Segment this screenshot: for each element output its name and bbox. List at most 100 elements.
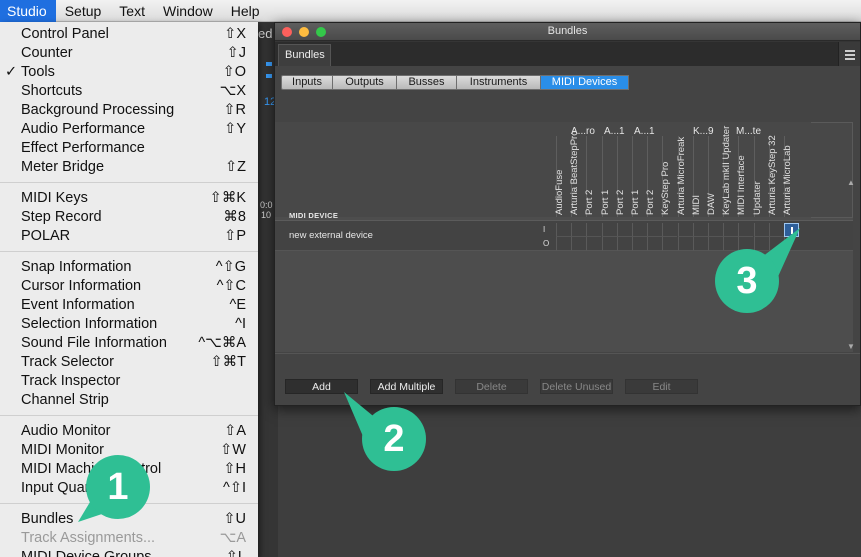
callout-2-badge: 2 [362,407,426,471]
menu-item-audio-performance[interactable]: Audio Performance ⇧Y [0,120,258,139]
matrix-cell[interactable] [647,237,663,251]
segment-inputs[interactable]: Inputs [281,75,333,90]
scroll-up-icon[interactable]: ▲ [847,178,855,187]
matrix-cell[interactable] [616,237,632,251]
menu-item-counter[interactable]: Counter ⇧J [0,44,258,63]
menu-item-label: MIDI Keys [21,190,88,206]
menu-item-midi-device-groups[interactable]: MIDI Device Groups ⇧L [0,548,258,557]
matrix-cell[interactable] [571,223,587,237]
menu-item-audio-monitor[interactable]: Audio Monitor ⇧A [0,422,258,441]
menu-setup[interactable]: Setup [56,0,111,22]
column-group-header: M...te [736,126,762,137]
matrix-cell[interactable] [784,237,799,251]
matrix-cell[interactable] [601,237,617,251]
matrix-cell[interactable] [662,237,678,251]
matrix-cell[interactable] [753,237,769,251]
menu-studio[interactable]: Studio [0,0,56,22]
menu-item-polar[interactable]: POLAR ⇧P [0,227,258,246]
menu-window[interactable]: Window [154,0,222,22]
menu-separator [0,251,258,252]
menu-separator [0,182,258,183]
menu-item-background-processing[interactable]: Background Processing ⇧R [0,101,258,120]
menu-item-shortcut: ⇧P [224,228,246,244]
menu-item-shortcut: ^⇧I [223,480,246,496]
matrix-cell[interactable] [723,223,739,237]
menu-item-shortcuts[interactable]: Shortcuts ⌥X [0,82,258,101]
menu-item-shortcut: ⇧U [223,511,246,527]
menu-item-event-information[interactable]: Event Information ^E [0,296,258,315]
segment-midi-devices[interactable]: MIDI Devices [541,75,629,90]
matrix-column-header[interactable]: Arturia MicroLab [782,136,799,217]
input-indicator: I [543,225,546,234]
matrix-cell[interactable] [556,237,571,251]
matrix-cell[interactable] [556,223,571,237]
daw-marker-icon [266,74,272,78]
menu-item-sound-file-information[interactable]: Sound File Information ^⌥⌘A [0,334,258,353]
matrix-cell[interactable] [571,237,587,251]
menu-text[interactable]: Text [110,0,154,22]
matrix-cell[interactable] [586,237,602,251]
matrix-cell[interactable] [677,223,693,237]
edit-button[interactable]: Edit [625,379,698,394]
menu-item-track-assignments[interactable]: Track Assignments... ⌥A [0,529,258,548]
menu-item-meter-bridge[interactable]: Meter Bridge ⇧Z [0,158,258,177]
hamburger-menu-icon[interactable] [838,42,860,66]
matrix-cell[interactable] [768,223,784,237]
menu-help[interactable]: Help [222,0,269,22]
segment-instruments[interactable]: Instruments [457,75,541,90]
menu-item-channel-strip[interactable]: Channel Strip [0,391,258,410]
matrix-cell[interactable] [738,223,754,237]
matrix-cell[interactable] [708,223,723,237]
menu-item-selection-information[interactable]: Selection Information ^I [0,315,258,334]
menu-item-step-record[interactable]: Step Record ⌘8 [0,208,258,227]
menu-item-midi-keys[interactable]: MIDI Keys ⇧⌘K [0,189,258,208]
matrix-scrollbar[interactable] [811,122,853,352]
menu-item-shortcut: ^⌥⌘A [198,335,246,351]
matrix-cell[interactable] [692,223,708,237]
delete-unused-button[interactable]: Delete Unused [540,379,613,394]
menu-item-shortcut: ^⇧C [216,278,246,294]
delete-button[interactable]: Delete [455,379,528,394]
menu-item-shortcut: ⌘8 [223,209,246,225]
menu-separator [0,415,258,416]
menu-item-label: Control Panel [21,26,109,42]
segment-busses[interactable]: Busses [397,75,457,90]
menu-item-label: Tools [21,64,55,80]
matrix-cell[interactable] [616,223,632,237]
device-name[interactable]: new external device [289,230,373,241]
matrix-cell-selected[interactable] [784,223,799,237]
menu-item-label: Track Inspector [21,373,121,389]
matrix-cell[interactable] [677,237,693,251]
menu-item-label: Bundles [21,511,74,527]
add-button[interactable]: Add [285,379,358,394]
callout-1-badge: 1 [86,455,150,519]
matrix-cell[interactable] [723,237,739,251]
window-titlebar[interactable]: Bundles [275,23,860,41]
matrix-cell[interactable] [662,223,678,237]
matrix-cell[interactable] [632,237,647,251]
scroll-down-icon[interactable]: ▼ [847,342,855,351]
menu-item-track-selector[interactable]: Track Selector ⇧⌘T [0,353,258,372]
add-multiple-button[interactable]: Add Multiple [370,379,443,394]
matrix-cell[interactable] [632,223,647,237]
column-group-header: A...1 [634,126,655,137]
window-title: Bundles [547,25,588,37]
menu-item-label: Snap Information [21,259,132,275]
matrix-cell[interactable] [753,223,769,237]
menu-item-track-inspector[interactable]: Track Inspector [0,372,258,391]
daw-marker-icon [266,62,272,66]
matrix-cell[interactable] [692,237,708,251]
menu-item-control-panel[interactable]: Control Panel ⇧X [0,25,258,44]
segment-outputs[interactable]: Outputs [333,75,397,90]
matrix-cell[interactable] [586,223,602,237]
matrix-cell[interactable] [647,223,663,237]
menu-item-snap-information[interactable]: Snap Information ^⇧G [0,258,258,277]
column-group-header: A...1 [604,126,625,137]
matrix-cell[interactable] [708,237,723,251]
matrix-cell[interactable] [601,223,617,237]
menu-item-effect-performance[interactable]: Effect Performance [0,139,258,158]
menu-item-tools[interactable]: ✓ Tools ⇧O [0,63,258,82]
tab-bundles[interactable]: Bundles [278,44,331,66]
matrix-cell[interactable] [768,237,784,251]
menu-item-cursor-information[interactable]: Cursor Information ^⇧C [0,277,258,296]
